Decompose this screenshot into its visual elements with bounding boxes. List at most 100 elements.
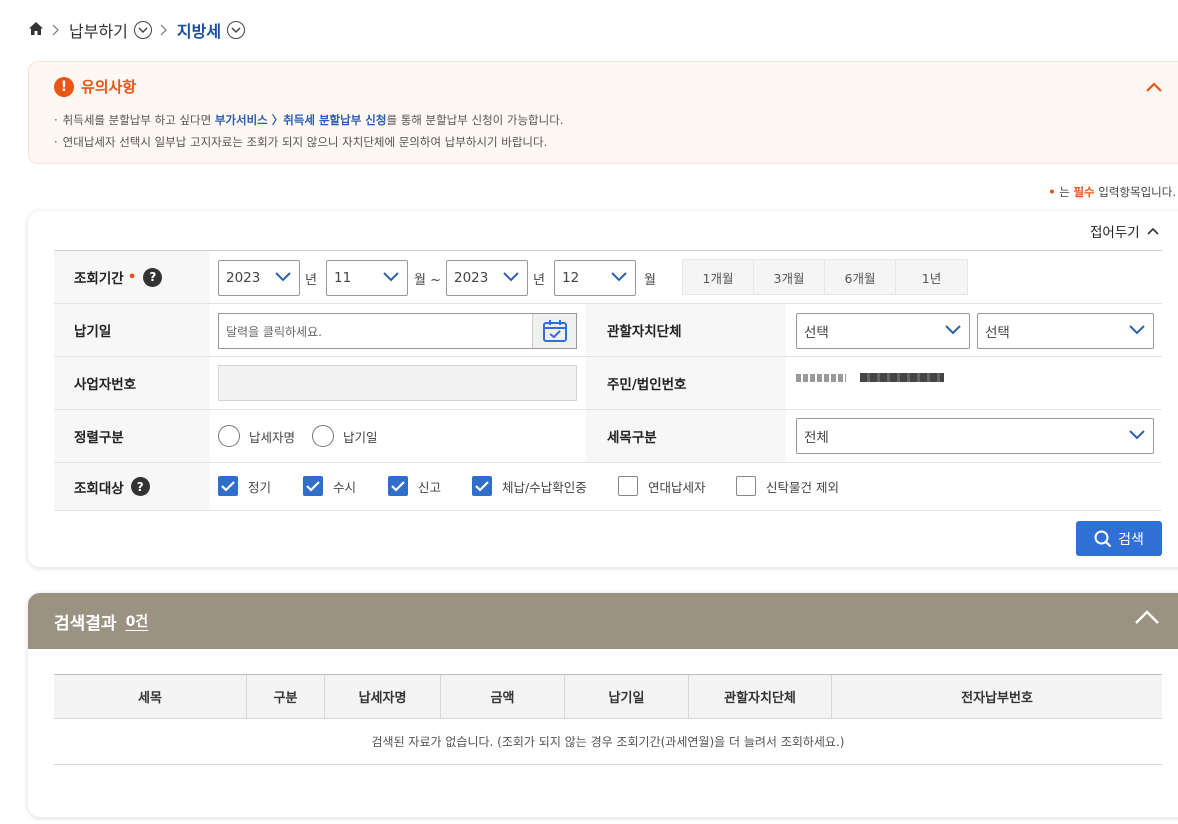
notice-content: 취득세를 분할납부 하고 싶다면 부가서비스 〉취득세 분할납부 신청를 통해 …	[54, 109, 564, 153]
help-icon[interactable]: ?	[130, 477, 150, 496]
period-3-month-button[interactable]: 3개월	[754, 260, 825, 294]
calendar-icon[interactable]	[532, 314, 576, 348]
chevron-down-icon	[383, 272, 399, 282]
column-header: 관할자치단체	[689, 675, 832, 718]
required-note: • 는 필수 입력항목입니다.	[1048, 185, 1176, 199]
column-header: 구분	[247, 675, 325, 718]
breadcrumb-item-payment[interactable]: 납부하기	[69, 18, 152, 42]
results-panel: 검색결과 0건 세목 구분 납세자명 금액 납기일 관할자치단체 전자납부번호 …	[28, 593, 1178, 817]
chevron-down-icon	[945, 325, 961, 335]
column-header: 세목	[54, 675, 247, 718]
results-header: 검색결과 0건	[28, 593, 1178, 649]
chevron-down-icon[interactable]	[227, 21, 246, 39]
period-label: 조회기간 • ?	[54, 251, 210, 303]
sort-row: 정렬구분 납세자명 납기일 세목구분 전체	[54, 410, 1162, 463]
chevron-down-icon	[1129, 325, 1145, 335]
target-joint-taxpayer-checkbox[interactable]: 연대납세자	[618, 476, 706, 496]
masked-text	[860, 373, 944, 382]
quick-period-group: 1개월 3개월 6개월 1년	[682, 259, 968, 295]
home-icon[interactable]	[28, 21, 44, 40]
collapse-notice-button[interactable]	[1145, 78, 1163, 97]
column-header: 납세자명	[325, 675, 441, 718]
checkbox-unchecked-icon	[736, 476, 756, 496]
notice-title: 유의사항	[81, 78, 137, 96]
search-icon	[1094, 530, 1112, 547]
target-row: 조회대상 ? 정기 수시 신고 체납/수납확인중 연대납세자 신탁물건 제외	[54, 463, 1162, 511]
due-date-label: 납기일	[54, 304, 210, 356]
tax-item-label: 세목구분	[586, 410, 786, 462]
column-header: 납기일	[565, 675, 689, 718]
masked-text	[796, 373, 846, 382]
start-year-select[interactable]: 2023	[218, 260, 300, 296]
search-button[interactable]: 검색	[1076, 521, 1162, 556]
required-mark: •	[127, 269, 137, 285]
radio-circle	[312, 425, 334, 447]
checkbox-checked-icon	[472, 476, 492, 496]
jurisdiction-province-select[interactable]: 선택	[796, 313, 970, 349]
breadcrumb-item-local-tax[interactable]: 지방세	[176, 18, 246, 42]
column-header: 금액	[441, 675, 565, 718]
target-arrears-checkbox[interactable]: 체납/수납확인중	[472, 476, 587, 496]
period-1-year-button[interactable]: 1년	[896, 260, 967, 294]
breadcrumb: 납부하기 지방세	[28, 18, 246, 42]
notice-line: 연대납세자 선택시 일부납 고지자료는 조회가 되지 않으니 자치단체에 문의하…	[54, 131, 563, 153]
period-6-month-button[interactable]: 6개월	[825, 260, 896, 294]
tax-item-select[interactable]: 전체	[796, 418, 1154, 454]
month-unit: 월	[644, 273, 656, 288]
notice-line: 취득세를 분할납부 하고 싶다면 부가서비스 〉취득세 분할납부 신청를 통해 …	[54, 109, 564, 131]
breadcrumb-label: 납부하기	[69, 22, 128, 41]
business-number-input[interactable]	[218, 365, 577, 401]
chevron-down-icon	[503, 272, 519, 282]
warning-icon: !	[54, 76, 74, 97]
radio-circle	[218, 425, 240, 447]
period-row: 조회기간 • ? 2023 년 11 월 ~ 2023 년 12 월 1개월 3…	[54, 251, 1162, 304]
collapse-results-button[interactable]	[1134, 609, 1160, 629]
due-date-input[interactable]: 달력을 클릭하세요.	[218, 313, 577, 349]
sort-by-taxpayer-radio[interactable]: 납세자명	[218, 425, 295, 447]
results-title: 검색결과	[54, 613, 117, 634]
chevron-up-icon	[1147, 227, 1159, 235]
table-header: 세목 구분 납세자명 금액 납기일 관할자치단체 전자납부번호	[54, 674, 1162, 719]
due-date-row: 납기일 달력을 클릭하세요. 관할자치단체 선택 선택	[54, 304, 1162, 357]
end-month-select[interactable]: 12	[554, 260, 636, 296]
breadcrumb-label: 지방세	[176, 22, 222, 41]
month-unit: 월 ~	[414, 273, 441, 288]
jurisdiction-label: 관할자치단체	[586, 304, 786, 356]
checkbox-unchecked-icon	[618, 476, 638, 496]
empty-message: 검색된 자료가 없습니다. (조회가 되지 않는 경우 조회기간(과세연월)을 …	[54, 719, 1162, 765]
period-1-month-button[interactable]: 1개월	[683, 260, 754, 294]
resident-number-label: 주민/법인번호	[586, 357, 786, 409]
target-exclude-trust-checkbox[interactable]: 신탁물건 제외	[736, 476, 839, 496]
chevron-down-icon	[611, 272, 627, 282]
target-occasional-checkbox[interactable]: 수시	[303, 476, 356, 496]
target-regular-checkbox[interactable]: 정기	[218, 476, 271, 496]
start-month-select[interactable]: 11	[326, 260, 408, 296]
target-report-checkbox[interactable]: 신고	[388, 476, 441, 496]
year-unit: 년	[533, 273, 545, 288]
column-header: 전자납부번호	[961, 691, 1033, 706]
checkbox-checked-icon	[303, 476, 323, 496]
notice-header: ! 유의사항	[54, 76, 136, 97]
business-number-row: 사업자번호 주민/법인번호	[54, 357, 1162, 410]
sort-label: 정렬구분	[54, 410, 210, 462]
sort-by-due-date-radio[interactable]: 납기일	[312, 425, 378, 447]
checkbox-checked-icon	[388, 476, 408, 496]
masked-resident-number	[796, 373, 944, 382]
help-icon[interactable]: ?	[143, 267, 163, 287]
target-label: 조회대상 ?	[54, 463, 210, 510]
results-table: 세목 구분 납세자명 금액 납기일 관할자치단체 전자납부번호 검색된 자료가 …	[54, 674, 1162, 765]
end-year-select[interactable]: 2023	[446, 260, 528, 296]
year-unit: 년	[305, 273, 317, 288]
chevron-down-icon[interactable]	[133, 21, 152, 39]
fold-button[interactable]: 접어두기	[1090, 221, 1159, 241]
breadcrumb-separator	[160, 21, 167, 40]
jurisdiction-city-select[interactable]: 선택	[977, 313, 1154, 349]
installment-service-link[interactable]: 부가서비스 〉취득세 분할납부 신청	[215, 113, 387, 127]
checkbox-checked-icon	[218, 476, 238, 496]
business-number-label: 사업자번호	[54, 357, 210, 409]
search-form: 조회기간 • ? 2023 년 11 월 ~ 2023 년 12 월 1개월 3…	[54, 250, 1162, 511]
search-panel: 접어두기 조회기간 • ? 2023 년 11 월 ~ 2023 년 12 월 …	[28, 211, 1178, 567]
notice-box: ! 유의사항 취득세를 분할납부 하고 싶다면 부가서비스 〉취득세 분할납부 …	[28, 61, 1178, 164]
chevron-down-icon	[1129, 430, 1145, 440]
breadcrumb-separator	[52, 21, 59, 40]
